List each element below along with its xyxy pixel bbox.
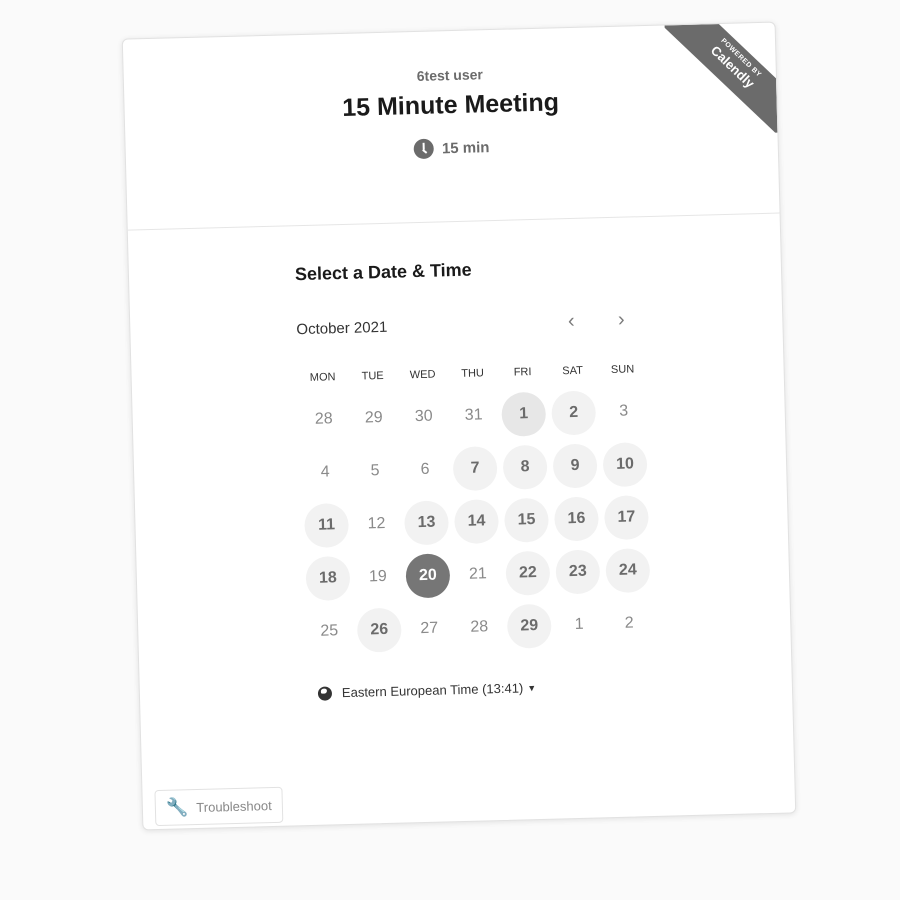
calendar-day[interactable]: 16	[553, 496, 600, 542]
calendar-day[interactable]: 11	[303, 502, 350, 549]
calendar-day[interactable]: 24	[605, 548, 651, 594]
calendar-day[interactable]: 18	[305, 555, 351, 602]
calendar-grid: 28 29 30 31 1 2 3 4 5 6 7 8 9 10 11 12 13 14 15 16 17 18 19 20 2…	[298, 385, 655, 659]
calendar-day: 19	[368, 567, 388, 586]
timezone-selector[interactable]: Eastern European Time (13:41) ▼	[317, 680, 537, 701]
calendar-day[interactable]: 9	[552, 443, 598, 489]
weekday-tue: TUE	[361, 369, 384, 383]
calendar-day: 29	[364, 408, 383, 427]
calendar-day: 5	[370, 462, 380, 480]
calendar-day[interactable]: 7	[452, 446, 498, 492]
weekday-header: MON TUE WED THU FRI SAT SUN	[298, 363, 648, 384]
calendar-day: 25	[320, 622, 339, 640]
calendar-day: 28	[314, 410, 333, 428]
calendar-day[interactable]: 23	[555, 549, 601, 595]
calendar-day: 2	[624, 614, 634, 632]
calendar-day[interactable]: 17	[603, 495, 650, 541]
calendar-day: 28	[470, 618, 489, 636]
booking-card: POWERED BY Calendly 6test user 15 Minute…	[121, 21, 797, 831]
troubleshoot-label: Troubleshoot	[196, 797, 272, 815]
weekday-thu: THU	[461, 367, 485, 380]
calendar-day[interactable]: 2	[551, 390, 597, 436]
month-label: October 2021	[296, 318, 388, 339]
clock-icon	[413, 138, 435, 160]
calendar-day: 6	[420, 460, 430, 479]
troubleshoot-button[interactable]: 🔧 Troubleshoot	[154, 786, 284, 827]
calendar-day: 30	[414, 407, 433, 426]
calendar-day[interactable]: 22	[505, 550, 551, 596]
duration-label: 15 min	[441, 138, 490, 157]
calendar-day[interactable]: 1	[501, 391, 547, 437]
calendar-day[interactable]: 13	[403, 500, 450, 546]
prev-month-button[interactable]: ‹	[557, 307, 586, 336]
calendar-day: 21	[468, 565, 487, 583]
timezone-label: Eastern European Time (13:41)	[341, 680, 524, 701]
chevron-right-icon: ›	[617, 308, 625, 331]
event-header: 6test user 15 Minute Meeting 15 min	[122, 22, 780, 231]
calendar-day: 1	[574, 615, 584, 634]
globe-icon	[317, 685, 333, 701]
calendar-day[interactable]: 20	[405, 553, 451, 599]
calendar-day[interactable]: 29	[506, 603, 552, 649]
weekday-wed: WED	[409, 368, 436, 382]
date-picker-section: Select a Date & Time October 2021 ‹ › MO…	[128, 214, 795, 830]
weekday-sun: SUN	[610, 363, 635, 377]
calendar-day: 4	[320, 463, 330, 481]
calendar-day[interactable]: 8	[502, 444, 548, 490]
event-duration: 15 min	[126, 130, 778, 167]
calendar-day[interactable]: 15	[503, 497, 550, 543]
event-title: 15 Minute Meeting	[341, 88, 560, 122]
calendar-day: 31	[464, 406, 483, 424]
host-name: 6test user	[416, 66, 484, 84]
weekday-fri: FRI	[513, 366, 532, 379]
weekday-sat: SAT	[562, 364, 584, 378]
calendar-day[interactable]: 10	[602, 442, 648, 488]
chevron-left-icon: ‹	[567, 309, 575, 332]
calendar-day: 3	[618, 402, 629, 420]
calendar-day: 12	[367, 514, 386, 533]
calendar-day: 27	[420, 619, 439, 638]
calendar-day[interactable]: 14	[453, 499, 500, 545]
wrench-icon: 🔧	[165, 797, 189, 818]
caret-down-icon: ▼	[527, 682, 537, 693]
weekday-mon: MON	[309, 371, 336, 384]
next-month-button[interactable]: ›	[607, 305, 636, 334]
section-title: Select a Date & Time	[294, 259, 472, 285]
calendar-day[interactable]: 26	[356, 607, 402, 653]
